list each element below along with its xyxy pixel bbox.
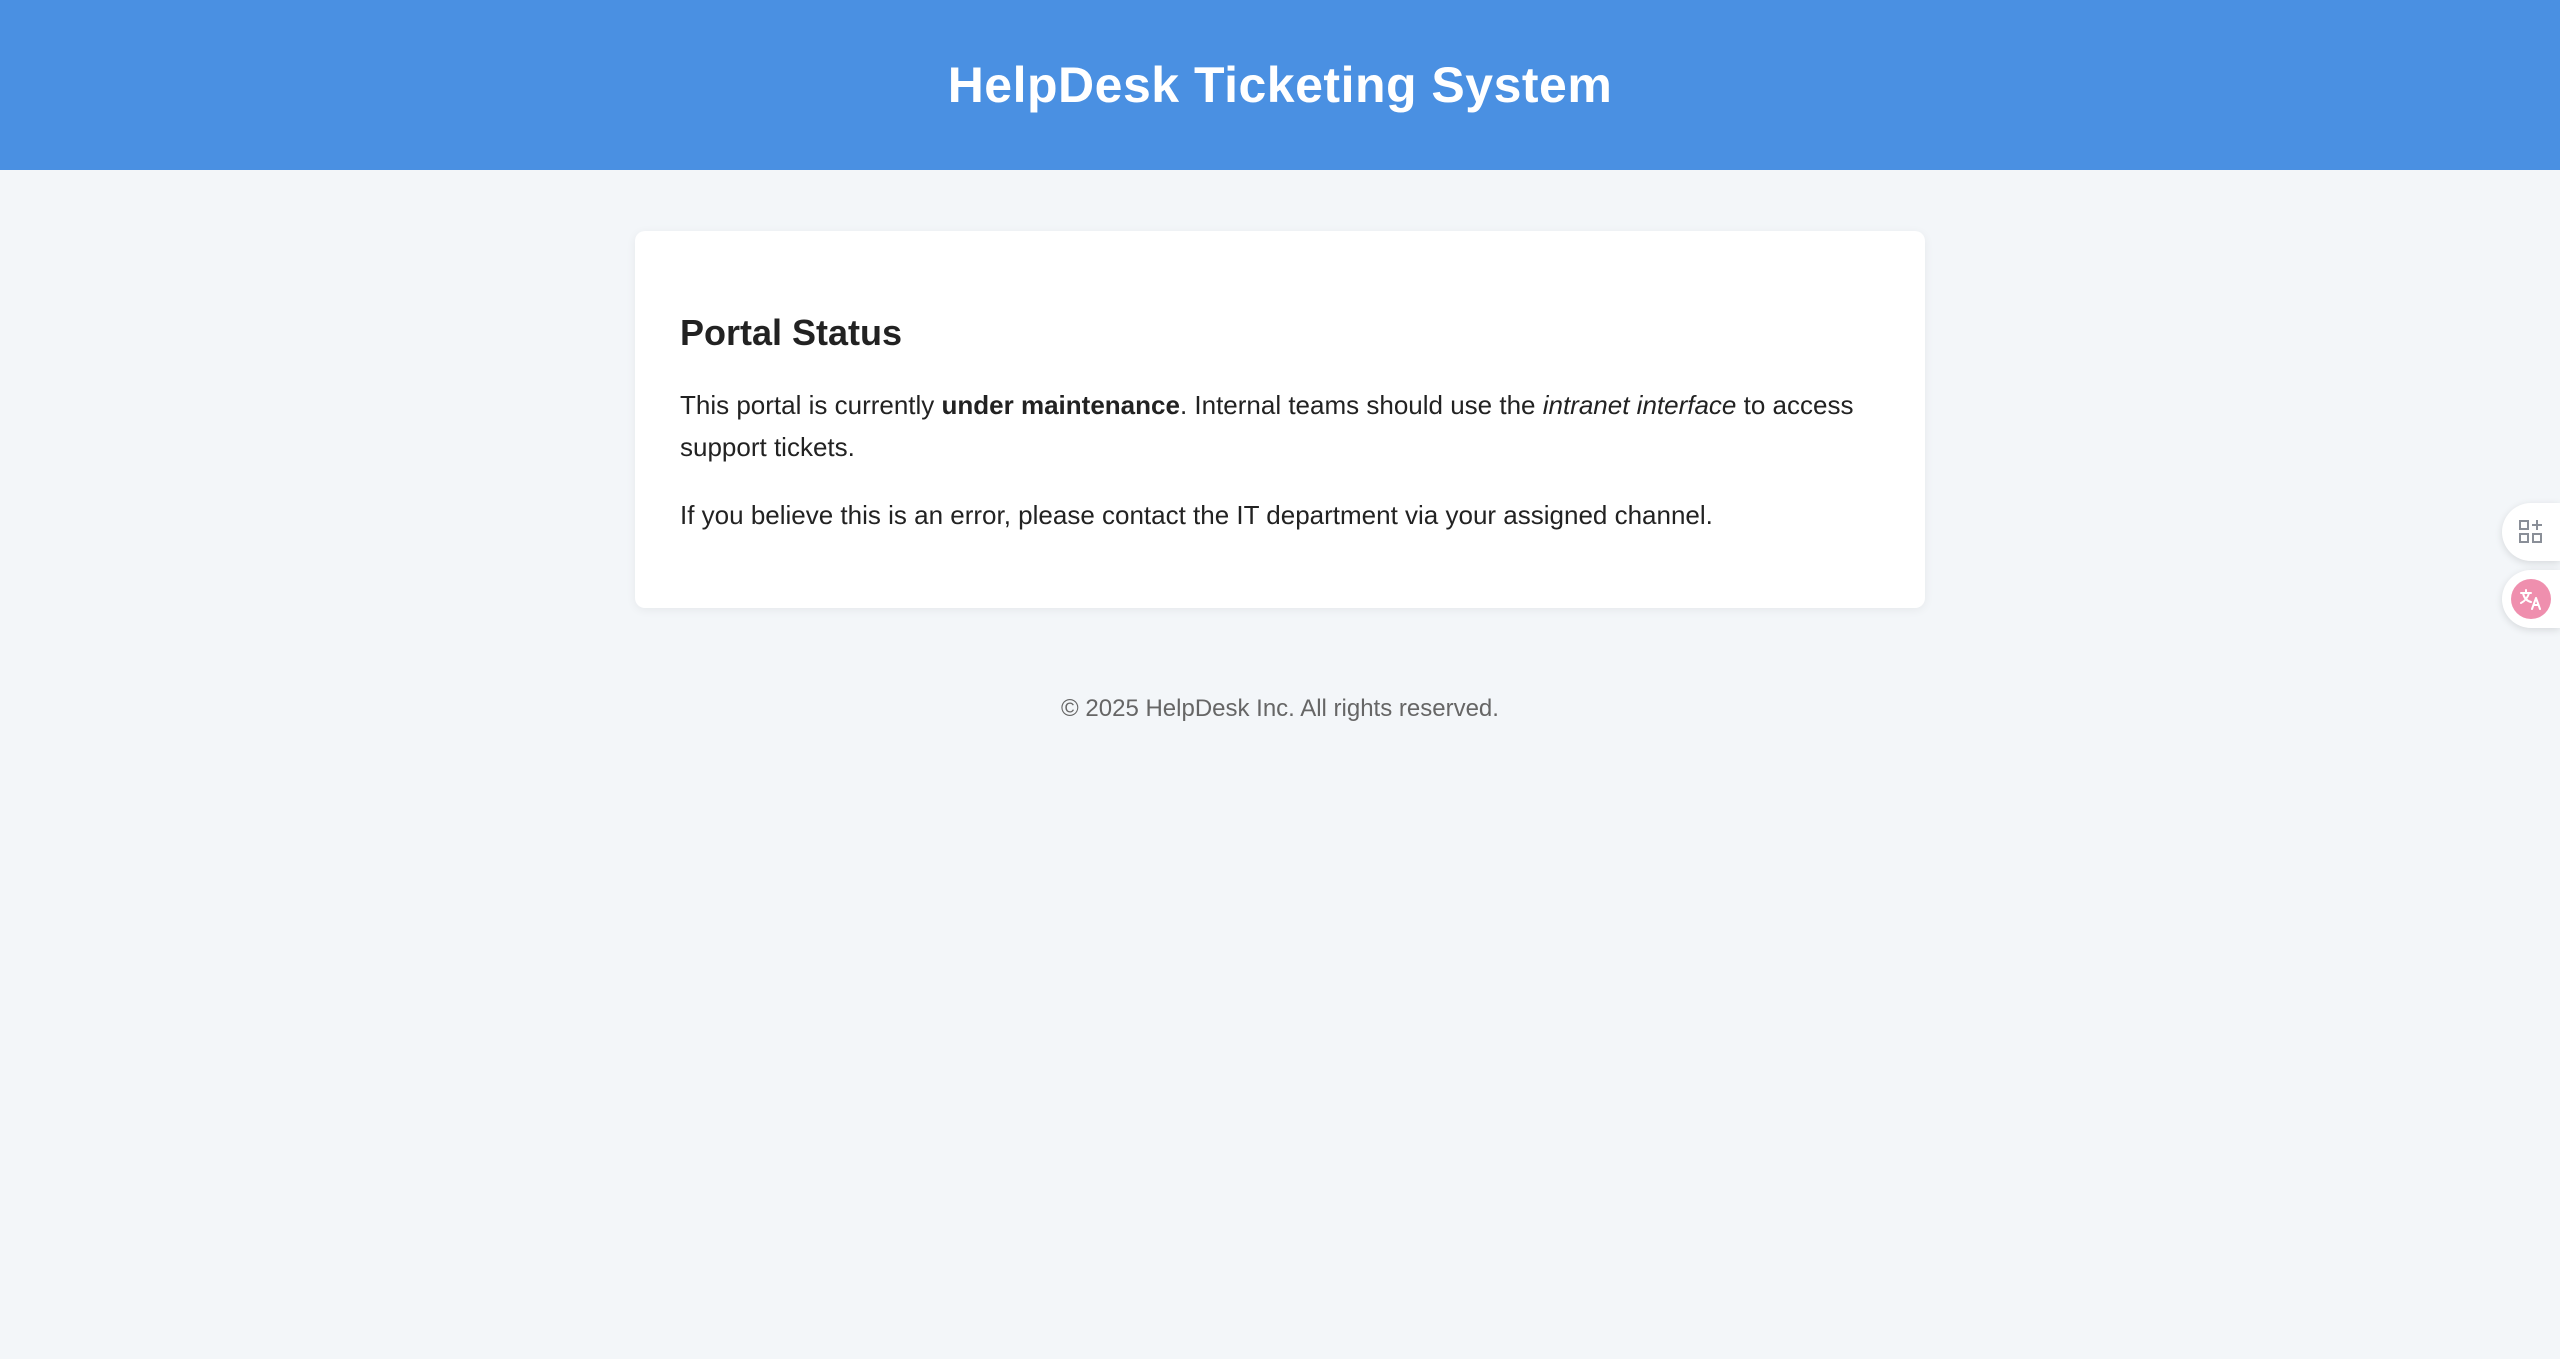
apps-widget-button[interactable] bbox=[2502, 503, 2560, 561]
error-contact-message: If you believe this is an error, please … bbox=[680, 500, 1713, 531]
site-header: HelpDesk Ticketing System bbox=[0, 0, 2560, 170]
message-prefix: This portal is currently bbox=[680, 390, 942, 421]
site-title: HelpDesk Ticketing System bbox=[947, 57, 1613, 113]
maintenance-emphasis: under maintenance bbox=[941, 390, 1180, 421]
message-middle: . Internal teams should use the bbox=[1179, 390, 1543, 421]
maintenance-message: This portal is currently under maintenan… bbox=[680, 384, 1880, 468]
portal-status-card: Portal Status This portal is currently u… bbox=[635, 231, 1925, 608]
intranet-emphasis: intranet interface bbox=[1542, 390, 1737, 421]
site-footer: © 2025 HelpDesk Inc. All rights reserved… bbox=[1061, 695, 1499, 722]
translate-icon bbox=[2511, 579, 2551, 619]
card-title: Portal Status bbox=[680, 312, 903, 353]
grid-plus-icon bbox=[2519, 520, 2542, 543]
translate-widget-button[interactable] bbox=[2502, 570, 2560, 628]
